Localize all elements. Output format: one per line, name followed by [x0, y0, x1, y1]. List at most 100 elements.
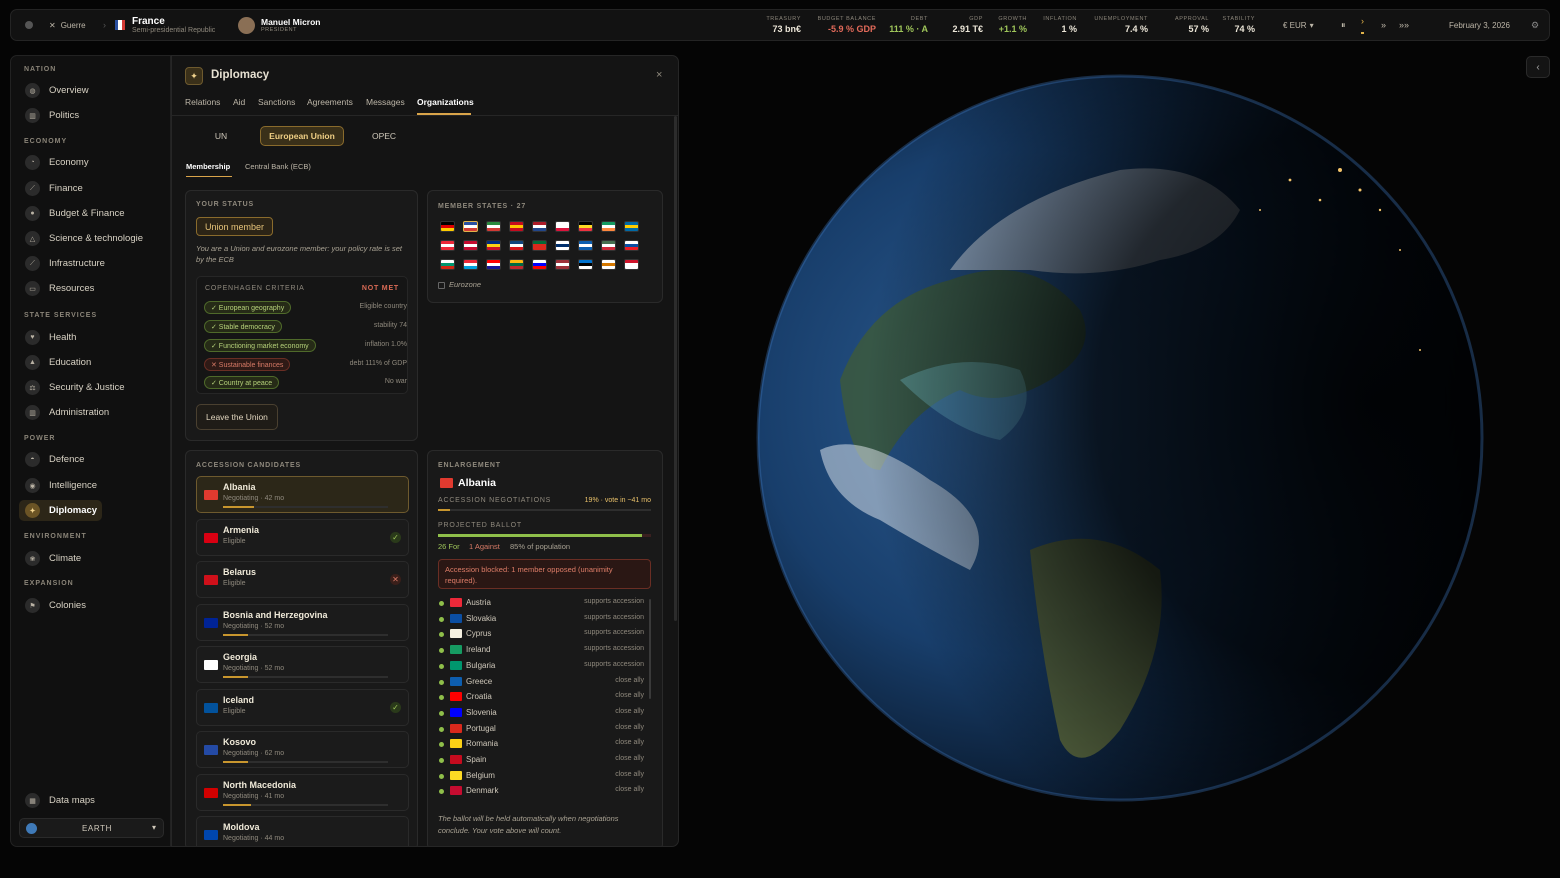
stat-treasury[interactable]: TREASURY 73 bn€	[766, 16, 801, 34]
sidebar-item-budget[interactable]: ● Budget & Finance	[19, 203, 164, 224]
member-flag[interactable]	[486, 221, 501, 232]
member-flag[interactable]	[601, 221, 616, 232]
data-maps-button[interactable]: ▦ Data maps	[19, 790, 164, 811]
stat-inflation[interactable]: INFLATION 1 %	[1043, 16, 1077, 34]
candidate-row[interactable]: Armenia Eligible ✓	[196, 518, 409, 556]
tab-aid[interactable]: Aid	[233, 97, 245, 107]
sidebar-item-finance[interactable]: ⟋ Finance	[19, 178, 164, 199]
member-flag[interactable]	[463, 259, 478, 270]
sidebar-item-economy[interactable]: ◔ Economy	[19, 152, 164, 173]
leader-card[interactable]: Manuel Micron PRESIDENT	[238, 10, 321, 40]
member-flag[interactable]	[601, 240, 616, 251]
stat-budget[interactable]: BUDGET BALANCE -5.9 % GDP	[818, 16, 876, 34]
stat-debt[interactable]: DEBT 111 % · A	[889, 16, 928, 34]
mode-button[interactable]: ✕ Guerre	[49, 10, 86, 40]
stat-gdp[interactable]: GDP 2.91 T€	[952, 16, 983, 34]
eurozone-checkbox[interactable]	[438, 282, 445, 289]
tab-sanctions[interactable]: Sanctions	[258, 97, 295, 107]
tab-agreements[interactable]: Agreements	[307, 97, 353, 107]
org-european-union[interactable]: European Union	[260, 126, 344, 146]
member-flag[interactable]	[532, 259, 547, 270]
member-flag[interactable]	[578, 240, 593, 251]
subtab-membership[interactable]: Membership	[186, 162, 230, 171]
member-flag[interactable]	[440, 221, 455, 232]
fast-forward-button[interactable]: »	[1381, 10, 1386, 40]
close-icon[interactable]: ×	[656, 69, 662, 81]
member-flag[interactable]	[624, 259, 639, 270]
member-flag[interactable]	[440, 240, 455, 251]
subtab-ecb[interactable]: Central Bank (ECB)	[245, 162, 311, 171]
sidebar-item-politics[interactable]: ▥ Politics	[19, 105, 164, 126]
org-opec[interactable]: OPEC	[364, 126, 404, 146]
member-flag[interactable]	[509, 259, 524, 270]
member-flag[interactable]	[532, 240, 547, 251]
sidebar-item-climate[interactable]: ❀ Climate	[19, 548, 164, 569]
country-selector[interactable]: France Semi-presidential Republic	[115, 10, 215, 40]
member-flag[interactable]	[601, 259, 616, 270]
sidebar-item-science[interactable]: △ Science & technologie	[19, 228, 164, 249]
member-flag[interactable]	[532, 221, 547, 232]
settings-icon[interactable]: ⚙	[1531, 10, 1539, 40]
member-flag[interactable]	[486, 240, 501, 251]
stat-growth[interactable]: GROWTH +1.1 %	[998, 16, 1027, 34]
sidebar-item-health[interactable]: ♥ Health	[19, 327, 164, 348]
leave-union-button[interactable]: Leave the Union	[196, 404, 278, 430]
member-flag[interactable]	[555, 259, 570, 270]
tab-organizations[interactable]: Organizations	[417, 97, 474, 107]
vote-stance: close ally	[615, 755, 644, 762]
sidebar-item-defence[interactable]: ◓ Defence	[19, 449, 164, 470]
sidebar-item-colonies[interactable]: ⚑ Colonies	[19, 595, 164, 616]
member-flag[interactable]	[578, 259, 593, 270]
panel-title: Diplomacy	[211, 69, 270, 81]
vote-list-scrollbar[interactable]	[649, 599, 651, 699]
fastest-button[interactable]: »»	[1399, 10, 1409, 40]
stat-unemployment[interactable]: UNEMPLOYMENT 7.4 %	[1094, 16, 1148, 34]
member-flag[interactable]	[486, 259, 501, 270]
candidate-flag-icon	[204, 830, 218, 840]
candidate-row[interactable]: Kosovo Negotiating · 62 mo	[196, 731, 409, 768]
sidebar-item-resources[interactable]: ▭ Resources	[19, 278, 164, 299]
collapse-panel-button[interactable]: ‹	[1526, 56, 1550, 78]
candidate-row[interactable]: Albania Negotiating · 42 mo	[196, 476, 409, 513]
member-flag[interactable]	[463, 240, 478, 251]
candidate-row[interactable]: Georgia Negotiating · 52 mo	[196, 646, 409, 683]
sidebar-item-security[interactable]: ⚖ Security & Justice	[19, 377, 164, 398]
member-flag[interactable]	[509, 240, 524, 251]
pause-button[interactable]: ⏸	[1341, 10, 1346, 40]
sidebar-item-infrastructure[interactable]: ⟋ Infrastructure	[19, 253, 164, 274]
play-button[interactable]: ›	[1361, 10, 1364, 34]
sidebar-item-intelligence[interactable]: ◉ Intelligence	[19, 475, 164, 496]
org-un[interactable]: UN	[202, 126, 240, 146]
sidebar-item-administration[interactable]: ▥ Administration	[19, 402, 164, 423]
tab-relations[interactable]: Relations	[185, 97, 220, 107]
member-flag[interactable]	[624, 221, 639, 232]
member-flag[interactable]	[440, 259, 455, 270]
candidate-row[interactable]: Bosnia and Herzegovina Negotiating · 52 m…	[196, 603, 409, 641]
criterion-geography-value: Eligible country	[359, 303, 407, 310]
member-flag[interactable]	[578, 221, 593, 232]
gear-small-icon[interactable]	[25, 10, 33, 40]
country-flag-icon	[450, 707, 462, 717]
sidebar-item-diplomacy[interactable]: ✦ Diplomacy	[19, 500, 102, 521]
candidate-row[interactable]: North Macedonia Negotiating · 41 mo	[196, 773, 409, 811]
member-flag[interactable]	[509, 221, 524, 232]
panel-scrollbar[interactable]	[674, 116, 677, 621]
sidebar-item-education[interactable]: ▲ Education	[19, 352, 164, 373]
tab-messages[interactable]: Messages	[366, 97, 405, 107]
member-flag[interactable]	[555, 240, 570, 251]
stat-stability[interactable]: STABILITY 74 %	[1223, 16, 1256, 34]
stat-approval[interactable]: APPROVAL 57 %	[1175, 16, 1209, 34]
candidate-name: Kosovo	[223, 737, 257, 747]
candidate-name: Moldova	[223, 822, 260, 832]
globe-view[interactable]	[700, 50, 1560, 878]
candidate-row[interactable]: Belarus Eligible ✕	[196, 561, 409, 598]
candidate-row[interactable]: Moldova Negotiating · 44 mo	[196, 816, 409, 846]
member-flag[interactable]	[624, 240, 639, 251]
member-flag[interactable]	[555, 221, 570, 232]
sidebar-item-overview[interactable]: ◍ Overview	[19, 80, 164, 101]
member-flag[interactable]	[463, 221, 478, 232]
globe-selector[interactable]: EARTH ▾	[19, 818, 164, 838]
candidate-row[interactable]: Iceland Eligible ✓	[196, 688, 409, 726]
institution-icon: ▥	[25, 405, 40, 420]
currency-select[interactable]: € EUR ▾	[1283, 10, 1314, 40]
